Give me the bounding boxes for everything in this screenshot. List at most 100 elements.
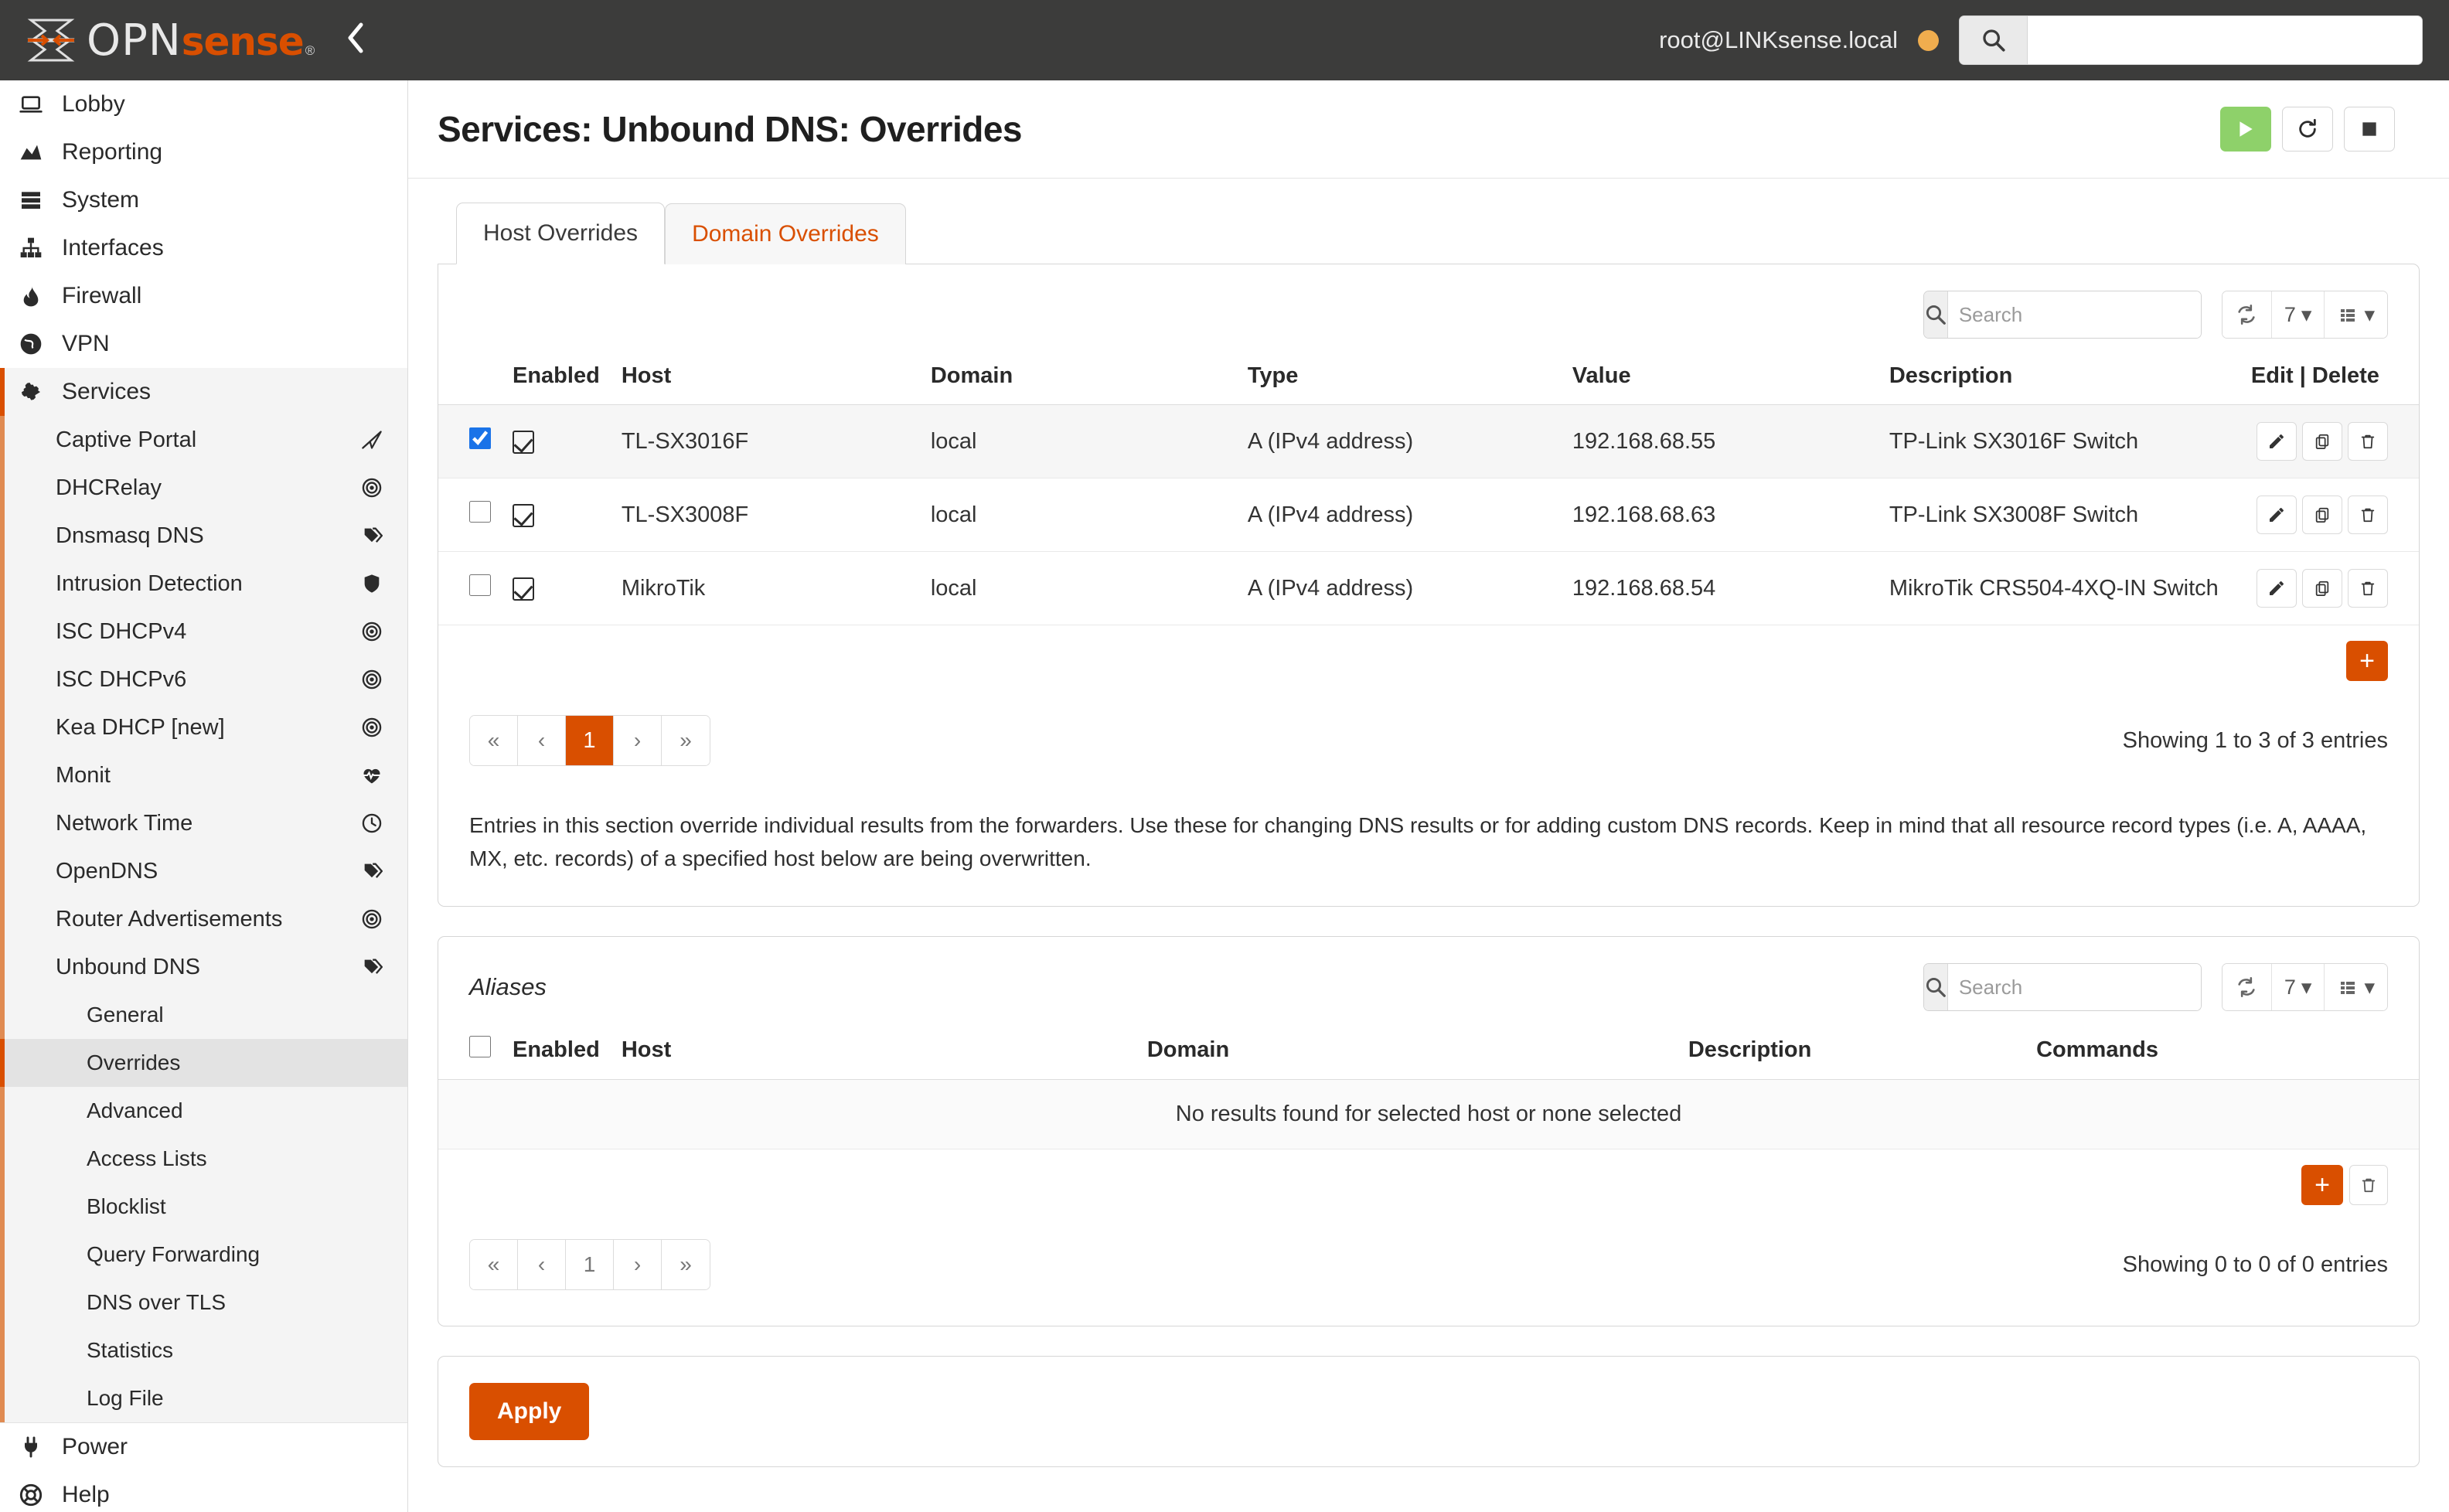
host-overrides-grid-controls: 7 ▾ ▾ bbox=[2221, 291, 2388, 339]
row-select-checkbox[interactable] bbox=[469, 427, 491, 449]
sidebar-item-captive-portal[interactable]: Captive Portal bbox=[5, 416, 407, 464]
row-select-checkbox[interactable] bbox=[469, 501, 491, 523]
sidebar-item-lobby[interactable]: Lobby bbox=[0, 80, 407, 128]
global-search[interactable] bbox=[1959, 15, 2423, 65]
row-select-checkbox[interactable] bbox=[469, 574, 491, 596]
aliases-search[interactable] bbox=[1923, 963, 2202, 1012]
reload-grid-button[interactable] bbox=[2222, 964, 2272, 1011]
clone-row-button[interactable] bbox=[2301, 569, 2342, 608]
sidebar-item-power[interactable]: Power bbox=[0, 1423, 407, 1471]
page-size-selector[interactable]: 7 ▾ bbox=[2271, 964, 2325, 1011]
sidebar-item-isc-dhcpv4[interactable]: ISC DHCPv4 bbox=[5, 608, 407, 656]
page-first-button[interactable]: « bbox=[470, 716, 518, 765]
edit-row-button[interactable] bbox=[2256, 495, 2297, 534]
add-host-override-button[interactable]: + bbox=[2346, 641, 2388, 681]
sidebar-item-label: DHCRelay bbox=[56, 475, 162, 500]
edit-row-button[interactable] bbox=[2256, 422, 2297, 461]
logo-registered-mark: ® bbox=[305, 43, 315, 58]
sidebar-item-unbound-access-lists[interactable]: Access Lists bbox=[5, 1135, 407, 1183]
host-overrides-table-head: Enabled Host Domain Type Value Descripti… bbox=[438, 356, 2419, 405]
row-type: A (IPv4 address) bbox=[1236, 478, 1562, 552]
sidebar-item-unbound-dns-over-tls[interactable]: DNS over TLS bbox=[5, 1279, 407, 1326]
reload-grid-button[interactable] bbox=[2222, 291, 2272, 338]
page-prev-button[interactable]: ‹ bbox=[518, 716, 566, 765]
sidebar-item-unbound-overrides[interactable]: Overrides bbox=[0, 1039, 407, 1087]
row-select-cell[interactable] bbox=[438, 404, 502, 478]
sidebar-item-unbound-general[interactable]: General bbox=[5, 991, 407, 1039]
sidebar-item-opendns[interactable]: OpenDNS bbox=[5, 847, 407, 895]
row-select-cell[interactable] bbox=[438, 478, 502, 552]
add-alias-button[interactable]: + bbox=[2301, 1165, 2343, 1206]
start-service-button[interactable] bbox=[2220, 107, 2271, 152]
chevron-down-icon: ▾ bbox=[2364, 975, 2375, 999]
clone-row-button[interactable] bbox=[2301, 422, 2342, 461]
delete-selected-aliases-button[interactable] bbox=[2349, 1165, 2388, 1206]
page-last-button[interactable]: » bbox=[662, 1240, 710, 1290]
sidebar-item-unbound-blocklist[interactable]: Blocklist bbox=[5, 1183, 407, 1231]
sidebar-item-dnsmasq-dns[interactable]: Dnsmasq DNS bbox=[5, 512, 407, 560]
target-icon bbox=[358, 621, 386, 642]
host-overrides-search[interactable] bbox=[1923, 291, 2202, 339]
sidebar-item-services[interactable]: Services bbox=[0, 368, 407, 416]
opnsense-logo[interactable]: OPN sense ® bbox=[26, 15, 315, 66]
table-row[interactable]: TL-SX3016F local A (IPv4 address) 192.16… bbox=[438, 404, 2419, 478]
page-current-button[interactable]: 1 bbox=[566, 1240, 614, 1290]
tab-bar: Host Overrides Domain Overrides bbox=[456, 202, 2420, 264]
sidebar-item-intrusion-detection[interactable]: Intrusion Detection bbox=[5, 560, 407, 608]
page-next-button[interactable]: › bbox=[614, 716, 662, 765]
sidebar-item-unbound-log-file[interactable]: Log File bbox=[5, 1374, 407, 1422]
clone-row-button[interactable] bbox=[2301, 495, 2342, 534]
sidebar-item-network-time[interactable]: Network Time bbox=[5, 799, 407, 847]
page-next-button[interactable]: › bbox=[614, 1240, 662, 1290]
column-chooser-button[interactable]: ▾ bbox=[2325, 964, 2387, 1011]
select-all-checkbox[interactable] bbox=[469, 1036, 491, 1058]
page-current-button[interactable]: 1 bbox=[566, 716, 614, 765]
sidebar-item-dhcrelay[interactable]: DHCRelay bbox=[5, 464, 407, 512]
restart-service-button[interactable] bbox=[2282, 107, 2333, 152]
host-overrides-entry-count: Showing 1 to 3 of 3 entries bbox=[2122, 727, 2388, 753]
sidebar-item-unbound-query-forwarding[interactable]: Query Forwarding bbox=[5, 1231, 407, 1279]
table-row[interactable]: TL-SX3008F local A (IPv4 address) 192.16… bbox=[438, 478, 2419, 552]
tab-host-overrides[interactable]: Host Overrides bbox=[456, 203, 666, 264]
row-enabled-cell bbox=[502, 404, 611, 478]
sidebar-item-reporting[interactable]: Reporting bbox=[0, 128, 407, 176]
aliases-empty-message: No results found for selected host or no… bbox=[438, 1079, 2419, 1150]
delete-row-button[interactable] bbox=[2348, 422, 2388, 461]
search-icon bbox=[1923, 291, 1948, 338]
sidebar-item-router-advertisements[interactable]: Router Advertisements bbox=[5, 895, 407, 943]
page-size-selector[interactable]: 7 ▾ bbox=[2271, 291, 2325, 338]
global-search-input[interactable] bbox=[2028, 16, 2422, 64]
column-header-description: Description bbox=[1878, 356, 2240, 405]
page-prev-button[interactable]: ‹ bbox=[518, 1240, 566, 1290]
stop-service-button[interactable] bbox=[2344, 107, 2395, 152]
sidebar-item-firewall[interactable]: Firewall bbox=[0, 272, 407, 320]
host-overrides-search-input[interactable] bbox=[1947, 291, 2201, 338]
sidebar-item-system[interactable]: System bbox=[0, 176, 407, 224]
apply-button[interactable]: Apply bbox=[469, 1383, 590, 1441]
edit-row-button[interactable] bbox=[2256, 569, 2297, 608]
sidebar-item-interfaces[interactable]: Interfaces bbox=[0, 224, 407, 272]
aliases-search-input[interactable] bbox=[1947, 964, 2201, 1011]
sidebar-item-unbound-dns[interactable]: Unbound DNS bbox=[5, 943, 407, 991]
tab-domain-overrides[interactable]: Domain Overrides bbox=[665, 203, 906, 264]
sidebar-item-help[interactable]: Help bbox=[0, 1471, 407, 1512]
chevron-left-icon[interactable] bbox=[344, 21, 366, 60]
fire-icon bbox=[15, 284, 46, 308]
page-first-button[interactable]: « bbox=[470, 1240, 518, 1290]
page-last-button[interactable]: » bbox=[662, 716, 710, 765]
delete-row-button[interactable] bbox=[2348, 495, 2388, 534]
sidebar-item-isc-dhcpv6[interactable]: ISC DHCPv6 bbox=[5, 656, 407, 703]
host-overrides-add-row: + bbox=[438, 625, 2419, 701]
sidebar-item-monit[interactable]: Monit bbox=[5, 751, 407, 799]
sidebar-item-unbound-advanced[interactable]: Advanced bbox=[5, 1087, 407, 1135]
column-chooser-button[interactable]: ▾ bbox=[2325, 291, 2387, 338]
delete-row-button[interactable] bbox=[2348, 569, 2388, 608]
row-select-cell[interactable] bbox=[438, 551, 502, 625]
sidebar-item-kea-dhcp[interactable]: Kea DHCP [new] bbox=[5, 703, 407, 751]
row-actions bbox=[2240, 404, 2419, 478]
table-row[interactable]: MikroTik local A (IPv4 address) 192.168.… bbox=[438, 551, 2419, 625]
sidebar-services-sublist: Captive Portal DHCRelay Dnsmasq DNS Intr… bbox=[0, 416, 407, 1422]
select-all-header[interactable] bbox=[438, 1028, 502, 1081]
sidebar-item-vpn[interactable]: VPN bbox=[0, 320, 407, 368]
sidebar-item-unbound-statistics[interactable]: Statistics bbox=[5, 1326, 407, 1374]
